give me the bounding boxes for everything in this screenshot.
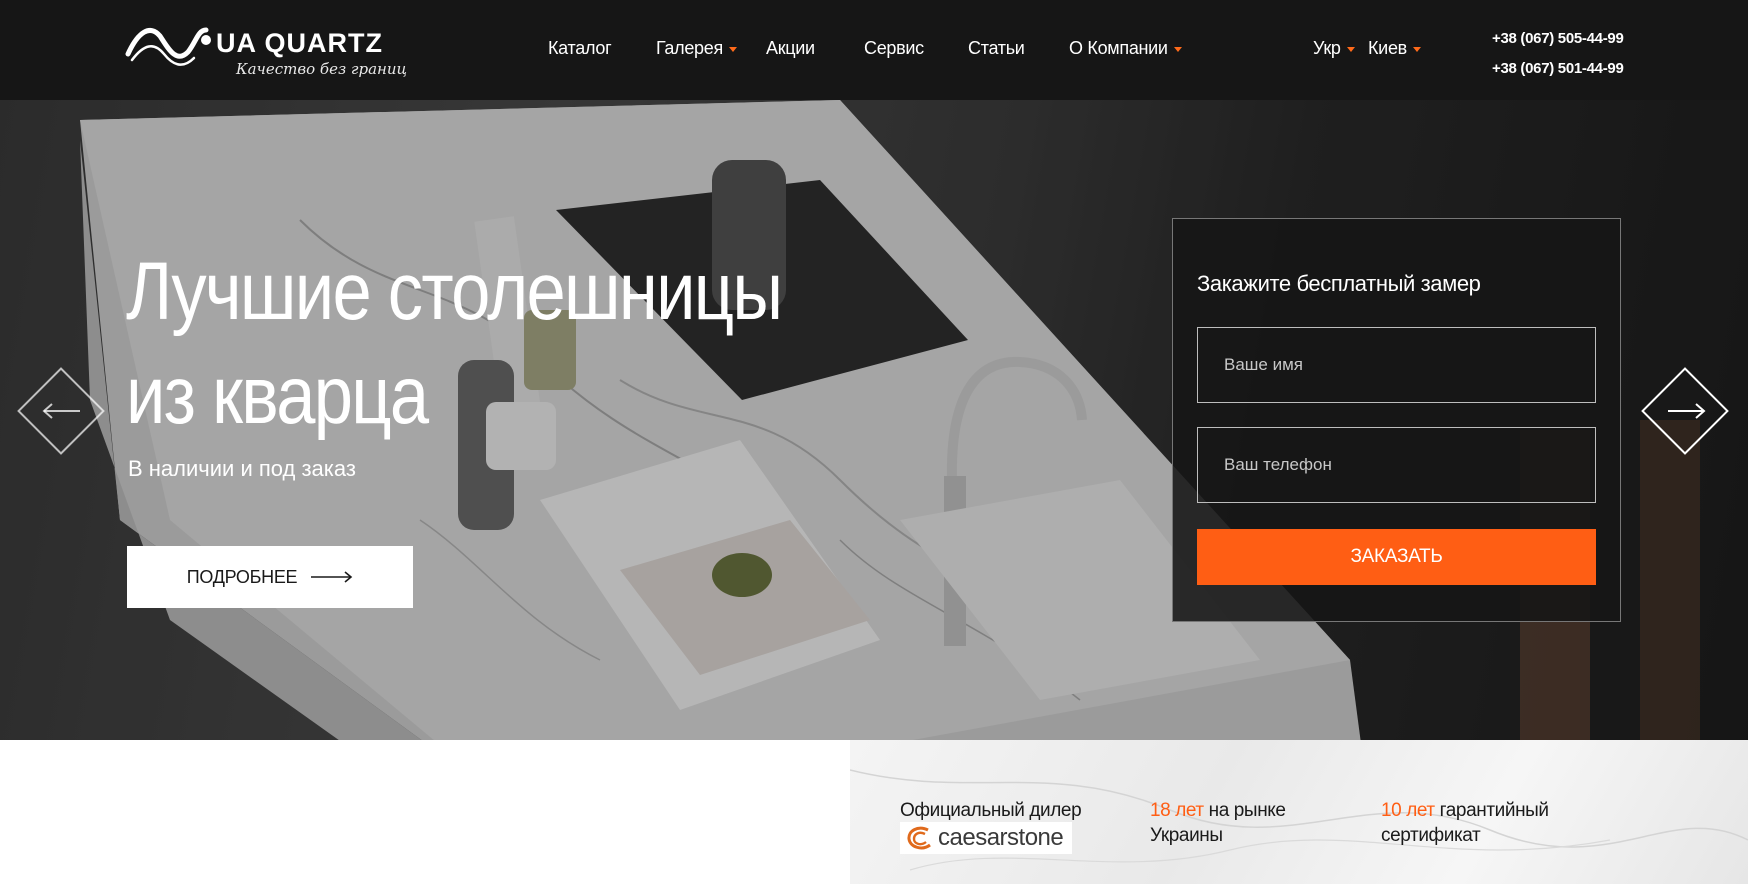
nav-item-label: Галерея (656, 38, 723, 58)
logo-tagline: Качество без границ (236, 60, 408, 78)
chevron-down-icon (1412, 46, 1421, 52)
nav-item-catalog[interactable]: Каталог (548, 38, 612, 59)
headline-line-1: Лучшие столешницы (126, 246, 783, 337)
warranty-line-2: сертификат (1381, 825, 1481, 846)
years-market-line-2: Украины (1150, 825, 1223, 846)
slider-next-button[interactable] (1641, 367, 1729, 455)
warranty-accent: 10 лет (1381, 800, 1435, 821)
arrow-left-icon (42, 403, 80, 419)
slider-prev-button[interactable] (17, 367, 105, 455)
headline-line-2: из кварца (126, 350, 429, 441)
nav-item-label: Сервис (864, 38, 924, 58)
phone-link-1[interactable]: +38 (067) 505-44-99 (1492, 24, 1624, 54)
arrow-right-icon (1668, 403, 1706, 419)
nav-item-gallery[interactable]: Галерея (656, 38, 737, 59)
years-market-line-1: 18 лет на рынке (1150, 798, 1286, 823)
chevron-down-icon (1173, 46, 1182, 52)
nav-item-label: О Компании (1069, 38, 1168, 58)
more-button-label: ПОДРОБНЕЕ (186, 566, 298, 587)
phone-link-2[interactable]: +38 (067) 501-44-99 (1492, 54, 1624, 84)
hero-headline: Лучшие столешницы из кварца (126, 240, 783, 448)
form-title: Закажите бесплатный замер (1197, 271, 1481, 296)
feature-years-market: 18 лет на рынке Украины (1150, 798, 1286, 848)
feature-warranty: 10 лет гарантийный сертификат (1381, 798, 1549, 848)
caesarstone-brand: caesarstone (938, 824, 1064, 851)
phone-list: +38 (067) 505-44-99 +38 (067) 501-44-99 (1492, 24, 1624, 84)
arrow-right-icon (311, 571, 353, 583)
chevron-down-icon (1346, 46, 1355, 52)
nav-item-about[interactable]: О Компании (1069, 38, 1182, 59)
city-label: Киев (1368, 38, 1407, 58)
feature-dealer: Официальный дилер (900, 798, 1082, 823)
nav-item-promotions[interactable]: Акции (766, 38, 815, 59)
years-market-accent: 18 лет (1150, 800, 1204, 821)
nav-item-label: Статьи (968, 38, 1025, 58)
nav-item-label: Каталог (548, 38, 612, 58)
nav-item-service[interactable]: Сервис (864, 38, 924, 59)
nav-item-label: Акции (766, 38, 815, 58)
nav-item-articles[interactable]: Статьи (968, 38, 1025, 59)
hero-banner: Лучшие столешницы из кварца В наличии и … (0, 100, 1748, 812)
features-strip: Официальный дилер caesarstone 18 лет на … (850, 740, 1748, 884)
phone-input[interactable] (1197, 427, 1596, 503)
warranty-line-1: 10 лет гарантийный (1381, 798, 1549, 823)
language-selector[interactable]: Укр (1313, 38, 1355, 59)
hero-subtitle: В наличии и под заказ (128, 456, 356, 481)
caesarstone-logo-icon (907, 826, 931, 850)
years-market-rest: на рынке (1203, 800, 1286, 821)
name-input[interactable] (1197, 327, 1596, 403)
dealer-label: Официальный дилер (900, 800, 1082, 821)
order-submit-button[interactable]: ЗАКАЗАТЬ (1197, 529, 1596, 585)
measurement-order-form: Закажите бесплатный замер ЗАКАЗАТЬ (1172, 218, 1621, 622)
logo[interactable]: UA QUARTZ Качество без границ (124, 14, 414, 86)
site-header: UA QUARTZ Качество без границ Каталог Га… (0, 0, 1748, 100)
logo-text: UA QUARTZ (216, 28, 383, 58)
city-selector[interactable]: Киев (1368, 38, 1421, 59)
logo-wave-icon (125, 27, 211, 66)
chevron-down-icon (728, 46, 737, 52)
more-button[interactable]: ПОДРОБНЕЕ (127, 546, 413, 608)
language-label: Укр (1313, 38, 1341, 58)
warranty-rest: гарантийный (1434, 800, 1549, 821)
caesarstone-badge[interactable]: caesarstone (900, 822, 1072, 854)
